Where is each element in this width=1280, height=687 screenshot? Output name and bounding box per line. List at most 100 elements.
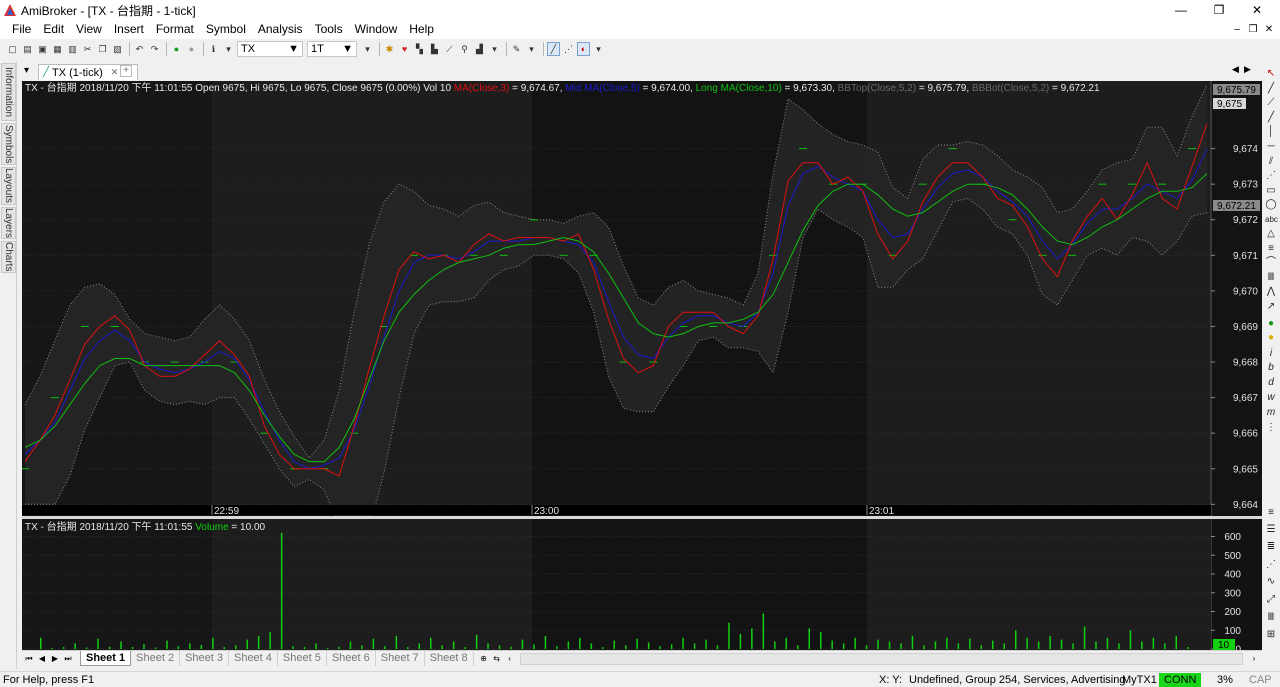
candle-icon[interactable]: ▙	[428, 42, 441, 56]
menu-tools[interactable]: Tools	[309, 20, 349, 39]
open-folder-icon[interactable]: ▤	[21, 42, 34, 56]
menu-file[interactable]: File	[0, 20, 37, 39]
restore-button[interactable]: ❐	[1202, 0, 1236, 20]
vertical-line-icon[interactable]: │	[1265, 126, 1277, 138]
speed-lines-icon[interactable]: ⋰	[1265, 559, 1277, 571]
dock-tab-charts[interactable]: Charts	[1, 241, 16, 273]
sheet-tab-6[interactable]: Sheet 6	[327, 651, 376, 666]
letter-d-icon[interactable]: d	[1265, 377, 1277, 389]
trendline-icon[interactable]: ╱	[1265, 83, 1277, 95]
link-icon[interactable]: ⇆	[491, 653, 503, 665]
menu-analysis[interactable]: Analysis	[252, 20, 309, 39]
parallel-lines-icon[interactable]: ⫽	[1265, 156, 1277, 168]
sheet-tab-7[interactable]: Sheet 7	[376, 651, 425, 666]
mdi-minimize-button[interactable]: –	[1230, 20, 1244, 39]
mdi-restore-button[interactable]: ❐	[1246, 20, 1260, 39]
text-icon[interactable]: abc	[1265, 214, 1278, 226]
tab-menu-icon[interactable]: ▾	[24, 65, 29, 76]
first-sheet-icon[interactable]: ⏮	[23, 653, 35, 665]
pencil-icon[interactable]: ✎	[510, 42, 523, 56]
line-chart-icon[interactable]: ⟋	[443, 42, 456, 56]
zoom-icon[interactable]: ⚲	[458, 42, 471, 56]
arc-icon[interactable]: ⌒	[1265, 257, 1277, 269]
more-tools-icon[interactable]: ⋮	[1265, 422, 1277, 434]
print-preview-icon[interactable]: ▦	[51, 42, 64, 56]
sheet-tab-5[interactable]: Sheet 5	[278, 651, 327, 666]
list-icon[interactable]: ≡	[1265, 507, 1277, 519]
menu-help[interactable]: Help	[403, 20, 440, 39]
dock-tab-layouts[interactable]: Layouts	[1, 167, 16, 205]
chevron-down-icon[interactable]: ▾	[525, 42, 538, 56]
menu-edit[interactable]: Edit	[37, 20, 70, 39]
paste-icon[interactable]: ▧	[111, 42, 124, 56]
print-icon[interactable]: ▥	[66, 42, 79, 56]
scroll-left-icon[interactable]: ‹	[504, 653, 516, 665]
redo-icon[interactable]: ↷	[148, 42, 161, 56]
symbol-select[interactable]: TX ▼	[237, 41, 303, 57]
andrews-pitchfork-icon[interactable]: Ⅲ	[1265, 272, 1277, 284]
cut-icon[interactable]: ✂	[81, 42, 94, 56]
snap-icon[interactable]: ◐	[577, 42, 590, 56]
info-icon[interactable]: ℹ	[207, 42, 220, 56]
new-tab-icon[interactable]: +	[120, 65, 132, 77]
bar-chart-icon[interactable]: ▚	[413, 42, 426, 56]
copy-icon[interactable]: ❐	[96, 42, 109, 56]
chart-area[interactable]: 9,674 9,673 9,672 9,671 9,670 9,669 9,668 9,667…	[22, 81, 1262, 651]
dock-tab-symbols[interactable]: Symbols	[1, 123, 16, 165]
letter-m-icon[interactable]: m	[1265, 407, 1277, 419]
select-arrow-icon[interactable]: ↖	[1265, 68, 1277, 80]
menu-view[interactable]: View	[70, 20, 108, 39]
channel-icon[interactable]: ⋰	[1265, 170, 1277, 182]
tab-scroll-right-icon[interactable]: ▶	[1244, 64, 1251, 75]
letter-i-icon[interactable]: i	[1265, 348, 1277, 360]
back-icon[interactable]: ●	[170, 42, 183, 56]
chevron-down-icon[interactable]: ▾	[592, 42, 605, 56]
sheet-tab-2[interactable]: Sheet 2	[131, 651, 181, 666]
sell-signal-icon[interactable]: ●	[1265, 332, 1277, 344]
arrow-icon[interactable]: ↗	[1265, 301, 1277, 313]
dashed-line-icon[interactable]: ⋰	[562, 42, 575, 56]
fib-retrace-icon[interactable]: ≣	[1265, 541, 1277, 553]
properties-icon[interactable]: ▟	[473, 42, 486, 56]
chevron-down-icon[interactable]: ▾	[361, 42, 374, 56]
grid-lines-icon[interactable]: ☰	[1265, 524, 1277, 536]
buy-signal-icon[interactable]: ●	[1265, 318, 1277, 330]
zigzag-icon[interactable]: ⋀	[1265, 286, 1277, 298]
fan-icon[interactable]: ⤢	[1265, 594, 1277, 606]
scroll-right-icon[interactable]: ›	[1248, 653, 1260, 665]
ray-icon[interactable]: ⟋	[1265, 97, 1277, 109]
tab-scroll-left-icon[interactable]: ◀	[1232, 64, 1239, 75]
gann-icon[interactable]: Ⅲ	[1265, 612, 1277, 624]
menu-format[interactable]: Format	[150, 20, 200, 39]
ellipse-icon[interactable]: ◯	[1265, 199, 1277, 211]
rectangle-icon[interactable]: ▭	[1265, 185, 1277, 197]
close-button[interactable]: ✕	[1240, 0, 1274, 20]
chevron-down-icon[interactable]: ▾	[488, 42, 501, 56]
fibonacci-icon[interactable]: ≡	[1265, 243, 1277, 255]
next-sheet-icon[interactable]: ▶	[49, 653, 61, 665]
save-icon[interactable]: ▣	[36, 42, 49, 56]
interval-select[interactable]: 1T ▼	[307, 41, 357, 57]
letter-w-icon[interactable]: w	[1265, 392, 1277, 404]
cycle-icon[interactable]: ∿	[1265, 576, 1277, 588]
draw-line-icon[interactable]: ╱	[547, 42, 560, 56]
sheet-tab-3[interactable]: Sheet 3	[180, 651, 229, 666]
minimize-button[interactable]: —	[1164, 0, 1198, 20]
horizontal-scrollbar[interactable]	[519, 652, 1243, 665]
undo-icon[interactable]: ↶	[133, 42, 146, 56]
forward-icon[interactable]: ●	[185, 42, 198, 56]
lock-sheet-icon[interactable]: ⊕	[478, 653, 490, 665]
measure-icon[interactable]: ⊞	[1265, 629, 1277, 641]
menu-symbol[interactable]: Symbol	[200, 20, 252, 39]
triangle-icon[interactable]: △	[1265, 228, 1277, 240]
menu-window[interactable]: Window	[349, 20, 404, 39]
chevron-down-icon[interactable]: ▾	[222, 42, 235, 56]
tab-close-icon[interactable]: ✕	[111, 67, 119, 78]
dock-tab-information[interactable]: Information	[1, 63, 16, 121]
last-sheet-icon[interactable]: ⏭	[62, 653, 74, 665]
letter-b-icon[interactable]: b	[1265, 362, 1277, 374]
prev-sheet-icon[interactable]: ◀	[36, 653, 48, 665]
pane-divider[interactable]	[22, 516, 1262, 519]
indicator-icon[interactable]: ✱	[383, 42, 396, 56]
sheet-tab-8[interactable]: Sheet 8	[425, 651, 474, 666]
